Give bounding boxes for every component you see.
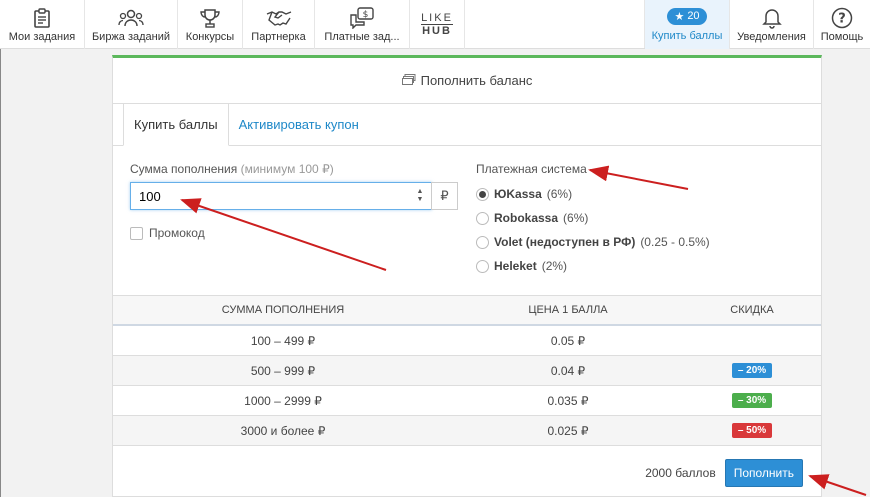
payment-fee: (6%) (546, 187, 573, 201)
table-row: 100 – 499 ₽ 0.05 ₽ (113, 326, 821, 356)
promo-checkbox-box[interactable] (130, 226, 143, 240)
nav-label-help: Помощь (820, 30, 864, 43)
nav-label-paid-tasks: Платные зад... (324, 30, 400, 43)
table-row: 3000 и более ₽ 0.025 ₽ – 50% (113, 416, 821, 446)
payment-option-yukassa[interactable]: ЮKassa (6%) (476, 187, 572, 201)
nav-label-contests: Конкурсы (185, 30, 235, 43)
cell-range: 3000 и более ₽ (240, 423, 326, 438)
paid-chat-icon: $ (349, 6, 375, 29)
nav-paid-tasks[interactable]: $ Платные зад... (315, 0, 410, 49)
bell-icon (759, 7, 785, 29)
top-up-panel: Пополнить баланс Купить баллы Активирова… (112, 55, 822, 497)
tab-buy-points[interactable]: Купить баллы (123, 104, 229, 146)
money-icon (401, 73, 416, 88)
header-price: ЦЕНА 1 БАЛЛА (528, 304, 608, 316)
radio-yukassa[interactable] (476, 187, 489, 201)
table-row: 500 – 999 ₽ 0.04 ₽ – 20% (113, 356, 821, 386)
star-icon: ★ (674, 10, 685, 23)
nav-help[interactable]: ? Помощь (814, 0, 870, 49)
amount-label-text: Сумма пополнения (130, 162, 238, 176)
header-discount: СКИДКА (730, 304, 774, 316)
nav-label-my-tasks: Мои задания (8, 30, 76, 43)
cell-discount: – 50% (683, 423, 821, 438)
cell-price: 0.05 ₽ (550, 333, 586, 348)
panel-tabs: Купить баллы Активировать купон (113, 104, 821, 146)
payment-name: ЮKassa (494, 187, 542, 201)
nav-label-exchange: Биржа заданий (91, 30, 171, 43)
panel-title: Пополнить баланс (420, 73, 533, 88)
svg-text:?: ? (838, 11, 846, 26)
points-count: 20 (687, 10, 700, 22)
nav-exchange[interactable]: Биржа заданий (85, 0, 178, 49)
amount-field[interactable]: ▲▼ (130, 182, 432, 210)
logo-like: LIKE (421, 11, 453, 24)
table-header: СУММА ПОПОЛНЕНИЯ ЦЕНА 1 БАЛЛА СКИДКА (113, 295, 821, 326)
question-icon: ? (829, 7, 855, 29)
pricing-table: СУММА ПОПОЛНЕНИЯ ЦЕНА 1 БАЛЛА СКИДКА 100… (113, 295, 821, 446)
top-navigation: Мои задания Биржа заданий Конкурсы Партн… (0, 0, 870, 49)
cell-price: 0.04 ₽ (550, 363, 586, 378)
cell-range: 1000 – 2999 ₽ (244, 393, 322, 408)
nav-buy-points[interactable]: ★ 20 Купить баллы (645, 0, 730, 49)
handshake-icon (266, 7, 292, 29)
currency-addon: ₽ (431, 182, 458, 210)
amount-input[interactable] (131, 183, 413, 209)
cell-price: 0.025 ₽ (547, 423, 589, 438)
amount-hint: (минимум 100 ₽) (240, 162, 334, 176)
left-gutter-line (0, 49, 1, 497)
trophy-icon (197, 7, 223, 29)
radio-heleket[interactable] (476, 259, 489, 273)
promo-label: Промокод (149, 226, 205, 240)
panel-footer: 2000 баллов Пополнить (113, 453, 821, 493)
radio-robokassa[interactable] (476, 211, 489, 225)
stepper-up-icon[interactable]: ▲ (417, 188, 424, 196)
users-icon (118, 7, 144, 29)
radio-volet[interactable] (476, 235, 489, 249)
nav-partner[interactable]: Партнерка (243, 0, 315, 49)
clipboard-icon (29, 7, 55, 29)
amount-label: Сумма пополнения (минимум 100 ₽) (130, 162, 334, 176)
payment-fee: (2%) (541, 259, 568, 273)
svg-text:$: $ (363, 10, 369, 20)
nav-label-notifications: Уведомления (737, 30, 806, 43)
payment-system-label: Платежная система (476, 162, 587, 176)
nav-label-buy-points: Купить баллы (651, 29, 723, 42)
top-up-form: Сумма пополнения (минимум 100 ₽) ▲▼ ₽ Пр… (113, 150, 823, 295)
header-amount: СУММА ПОПОЛНЕНИЯ (221, 304, 345, 316)
discount-badge: – 30% (731, 393, 773, 408)
payment-option-robokassa[interactable]: Robokassa (6%) (476, 211, 588, 225)
payment-name: Heleket (494, 259, 537, 273)
nav-notifications[interactable]: Уведомления (730, 0, 814, 49)
payment-name: Volet (недоступен в РФ) (494, 235, 636, 249)
discount-badge: – 50% (731, 423, 773, 438)
panel-header: Пополнить баланс (113, 58, 821, 104)
top-up-button[interactable]: Пополнить (724, 459, 803, 487)
likehub-logo[interactable]: LIKE HUB (410, 0, 465, 49)
logo-hub: HUB (421, 23, 453, 37)
points-badge: ★ 20 (667, 7, 707, 25)
cell-discount: – 20% (683, 363, 821, 378)
likehub-logo-text: LIKE HUB (421, 11, 453, 37)
payment-fee: (6%) (563, 211, 589, 225)
nav-label-partner: Партнерка (251, 30, 306, 43)
payment-option-volet[interactable]: Volet (недоступен в РФ) (0.25 - 0.5%) (476, 235, 710, 249)
payment-fee: (0.25 - 0.5%) (640, 235, 710, 249)
payment-name: Robokassa (494, 211, 559, 225)
nav-spacer (465, 0, 645, 48)
stepper-down-icon[interactable]: ▼ (417, 196, 424, 204)
amount-stepper[interactable]: ▲ ▼ (413, 183, 427, 209)
nav-my-tasks[interactable]: Мои задания (0, 0, 85, 49)
promo-checkbox[interactable]: Промокод (130, 226, 205, 240)
cell-range: 500 – 999 ₽ (250, 363, 316, 378)
tab-activate-coupon[interactable]: Активировать купон (229, 104, 369, 145)
table-row: 1000 – 2999 ₽ 0.035 ₽ – 30% (113, 386, 821, 416)
cell-price: 0.035 ₽ (547, 393, 589, 408)
cell-discount: – 30% (683, 393, 821, 408)
cell-range: 100 – 499 ₽ (250, 333, 316, 348)
discount-badge: – 20% (731, 363, 773, 378)
nav-contests[interactable]: Конкурсы (178, 0, 243, 49)
points-total: 2000 баллов (645, 466, 716, 480)
payment-option-heleket[interactable]: Heleket (2%) (476, 259, 567, 273)
